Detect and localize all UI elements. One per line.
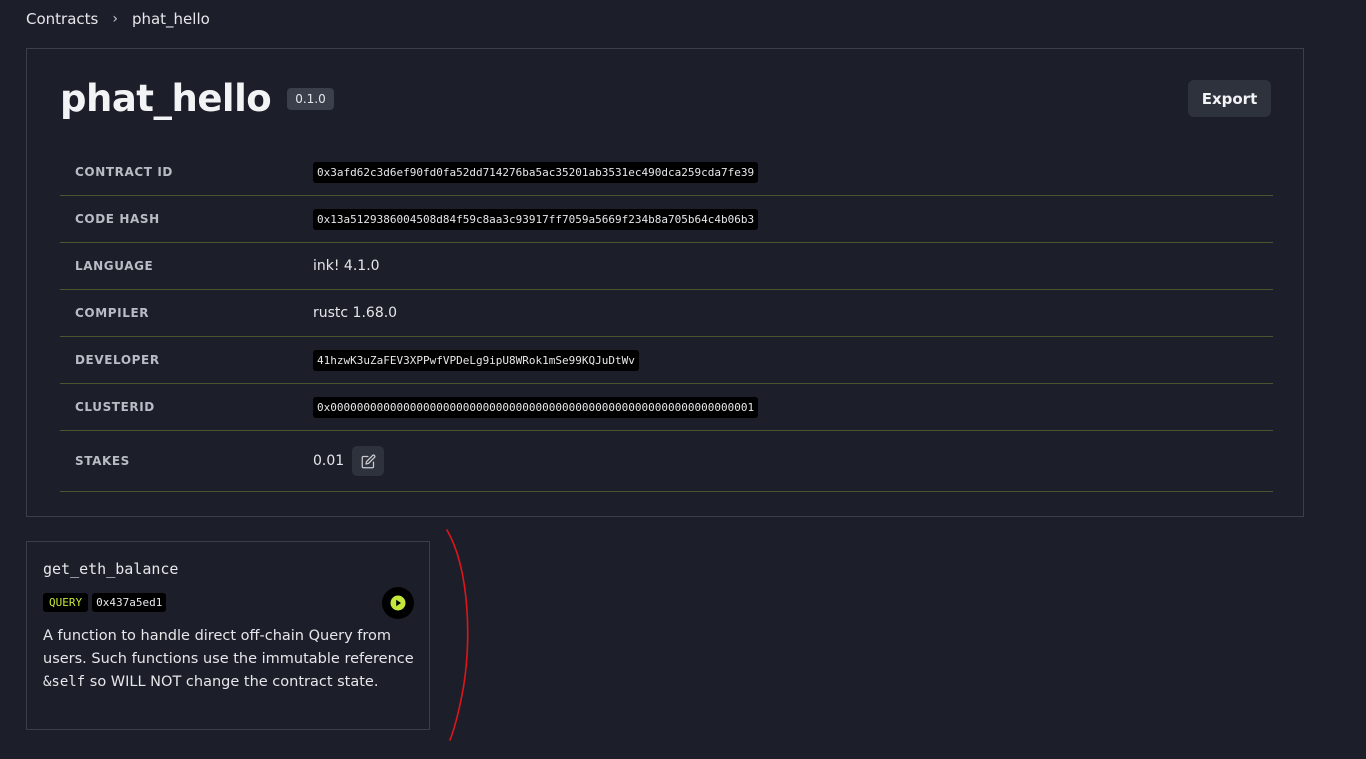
compiler-label: COMPILER [75,306,150,320]
developer-value: 41hzwK3uZaFEV3XPPwfVPDeLg9ipU8WRok1mSe99… [313,349,639,371]
language-label: LANGUAGE [75,259,154,273]
method-name: get_eth_balance [43,560,179,578]
stakes-label: STAKES [75,454,130,468]
breadcrumb-separator: › [112,11,118,27]
breadcrumb-current: phat_hello [131,10,210,28]
info-row-contract-id: CONTRACT ID 0x3afd62c3d6ef90fd0fa52dd714… [60,149,1273,196]
info-row-compiler: COMPILER rustc 1.68.0 [60,290,1273,337]
version-badge: 0.1.0 [287,87,334,110]
info-row-code-hash: CODE HASH 0x13a5129386004508d84f59c8aa3c… [60,196,1273,243]
code-hash-label: CODE HASH [75,212,160,226]
method-description-text-2: so WILL NOT change the contract state. [85,674,379,690]
contract-id-label: CONTRACT ID [75,165,173,179]
language-value: ink! 4.1.0 [313,258,380,274]
play-icon [390,595,406,611]
info-row-developer: DEVELOPER 41hzwK3uZaFEV3XPPwfVPDeLg9ipU8… [60,337,1273,384]
contract-title-row: phat_hello 0.1.0 [60,77,334,120]
contract-id-value: 0x3afd62c3d6ef90fd0fa52dd714276ba5ac3520… [313,161,759,183]
edit-icon [361,454,376,468]
method-badges: QUERY 0x437a5ed1 [43,593,167,612]
breadcrumb: Contracts › phat_hello [26,10,210,28]
info-row-stakes: STAKES 0.01 [60,431,1273,492]
clusterid-value: 0x00000000000000000000000000000000000000… [313,396,759,418]
breadcrumb-contracts-link[interactable]: Contracts [26,10,98,28]
method-card: get_eth_balance QUERY 0x437a5ed1 A funct… [26,541,430,730]
developer-label: DEVELOPER [75,353,160,367]
clusterid-label: CLUSTERID [75,400,155,414]
method-description: A function to handle direct off-chain Qu… [43,625,419,694]
query-badge: QUERY [43,593,89,612]
contract-title: phat_hello [60,77,272,120]
info-row-language: LANGUAGE ink! 4.1.0 [60,243,1273,290]
export-button[interactable]: Export [1188,80,1271,117]
method-description-code: &self [43,674,86,690]
contract-info-table: CONTRACT ID 0x3afd62c3d6ef90fd0fa52dd714… [60,149,1273,492]
method-description-text-1: A function to handle direct off-chain Qu… [43,628,414,667]
info-row-clusterid: CLUSTERID 0x0000000000000000000000000000… [60,384,1273,431]
red-annotation-stroke [446,529,469,741]
edit-stakes-button[interactable] [352,446,385,476]
compiler-value: rustc 1.68.0 [313,305,398,321]
run-query-button[interactable] [382,587,414,619]
code-hash-value: 0x13a5129386004508d84f59c8aa3c93917ff705… [313,208,759,230]
selector-badge: 0x437a5ed1 [92,593,167,612]
stakes-value: 0.01 [313,453,345,469]
contract-details-card: phat_hello 0.1.0 Export CONTRACT ID 0x3a… [26,48,1304,517]
